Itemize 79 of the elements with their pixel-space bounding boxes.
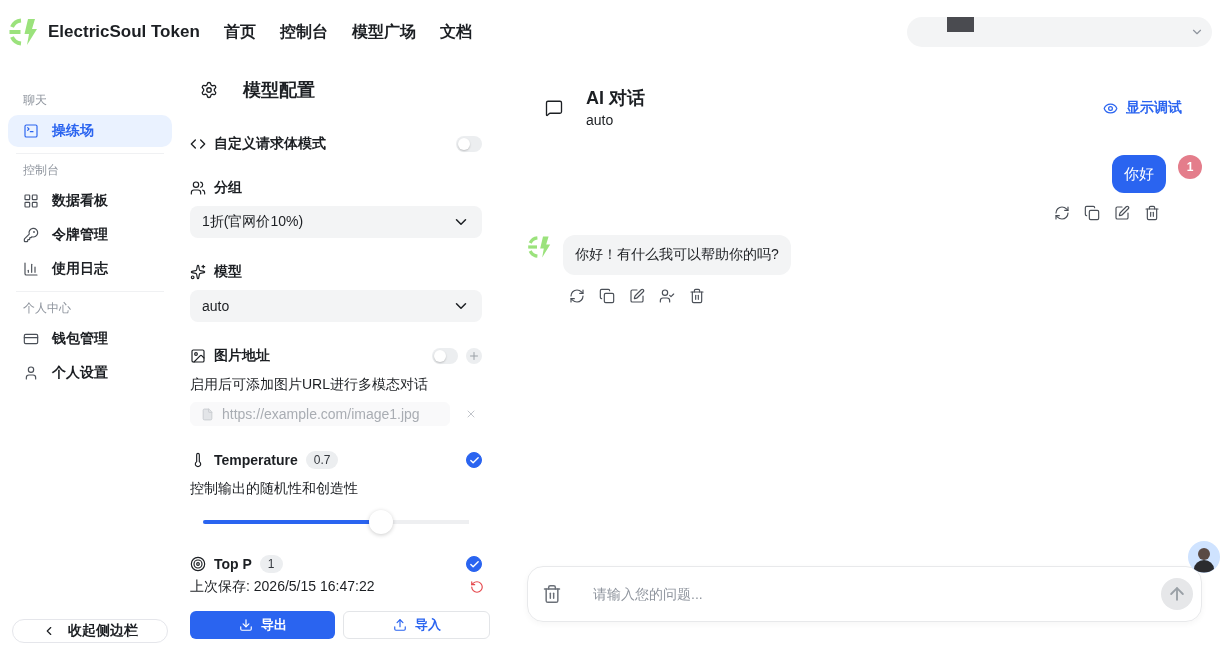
refresh-icon[interactable]	[1054, 205, 1070, 221]
file-icon	[201, 407, 214, 421]
user-avatar: 1	[1178, 155, 1202, 179]
avatar-icon[interactable]	[1188, 541, 1220, 573]
nav-link[interactable]: 模型广场	[351, 21, 416, 43]
trash-icon[interactable]	[1144, 205, 1160, 221]
checkbox[interactable]	[466, 452, 482, 468]
image-icon	[190, 348, 206, 364]
eye-icon	[1103, 100, 1118, 116]
nav-link[interactable]: 控制台	[279, 21, 328, 43]
user-icon	[23, 365, 39, 381]
panel-title: 模型配置	[243, 79, 315, 102]
settings-icon	[200, 81, 218, 99]
chat-input-box[interactable]: 请输入您的问题...	[527, 566, 1202, 622]
target-icon	[190, 556, 206, 572]
edit-icon[interactable]	[1114, 205, 1130, 221]
edit-icon[interactable]	[629, 288, 645, 304]
message-input[interactable]: 请输入您的问题...	[593, 582, 1161, 606]
nav-link[interactable]: 首页	[223, 21, 256, 43]
sidebar-item[interactable]: 使用日志	[8, 253, 172, 285]
model-select[interactable]: auto	[190, 290, 482, 322]
value-badge: 1	[259, 555, 283, 573]
sidebar-item[interactable]: 令牌管理	[8, 219, 172, 251]
slider-thumb[interactable]	[369, 510, 394, 534]
sidebar-item[interactable]: 数据看板	[8, 185, 172, 217]
logo-icon	[8, 17, 38, 47]
download-icon	[238, 618, 253, 632]
trash-icon[interactable]	[689, 288, 705, 304]
chat-title: AI 对话	[586, 87, 645, 110]
trash-icon[interactable]	[542, 584, 562, 604]
grid-icon	[23, 193, 39, 209]
sidebar-item[interactable]: 个人设置	[8, 357, 172, 389]
copy-icon[interactable]	[1084, 205, 1100, 221]
copy-icon[interactable]	[599, 288, 615, 304]
sparkles-icon	[190, 264, 206, 280]
assistant-message: 你好！有什么我可以帮助你的吗?	[563, 235, 791, 275]
param-label: Top P	[214, 556, 252, 572]
param-label: Temperature	[214, 452, 298, 468]
model-name: auto	[586, 111, 615, 130]
brand-name: ElectricSoul Token	[48, 22, 200, 42]
nav-link[interactable]: 文档	[439, 21, 472, 43]
code-icon	[190, 136, 206, 152]
collapse-sidebar-button[interactable]: 收起侧边栏	[12, 619, 168, 643]
show-debug-button[interactable]: 显示调试	[1103, 99, 1182, 117]
logo-icon	[527, 235, 551, 259]
user-check-icon[interactable]	[659, 288, 675, 304]
refresh-icon[interactable]	[569, 288, 585, 304]
upload-icon	[392, 618, 407, 632]
sidebar-item[interactable]: 操练场	[8, 115, 172, 147]
field-label: 图片地址	[214, 347, 270, 365]
section-label: 聊天	[22, 92, 48, 109]
user-message: 你好	[1112, 155, 1166, 193]
toggle-switch[interactable]	[456, 136, 482, 152]
reset-icon[interactable]	[470, 580, 484, 594]
users-icon	[190, 180, 206, 196]
checkbox[interactable]	[466, 556, 482, 572]
section-label: 控制台	[22, 162, 60, 179]
field-description: 启用后可添加图片URL进行多模态对话	[190, 375, 429, 394]
export-button[interactable]: 导出	[190, 611, 335, 639]
card-icon	[23, 331, 39, 347]
user-menu-button[interactable]	[907, 17, 1212, 47]
chat-bubble-icon	[545, 99, 563, 117]
field-label: 自定义请求体模式	[214, 135, 326, 153]
import-button[interactable]: 导入	[343, 611, 490, 639]
key-icon	[23, 227, 39, 243]
check-icon	[468, 558, 480, 570]
bar-chart-icon	[23, 261, 39, 277]
check-icon	[468, 454, 480, 466]
section-label: 个人中心	[22, 300, 72, 317]
sidebar-item[interactable]: 钱包管理	[8, 323, 172, 355]
field-label: 模型	[214, 263, 242, 281]
terminal-icon	[23, 123, 39, 139]
field-label: 分组	[214, 179, 242, 197]
value-badge: 0.7	[305, 451, 339, 469]
group-select[interactable]: 1折(官网价10%)	[190, 206, 482, 238]
plus-icon	[468, 350, 480, 362]
param-description: 控制输出的随机性和创造性	[190, 479, 359, 498]
redacted-block	[947, 17, 974, 32]
last-saved-text: 上次保存: 2026/5/15 16:47:22	[190, 578, 375, 596]
